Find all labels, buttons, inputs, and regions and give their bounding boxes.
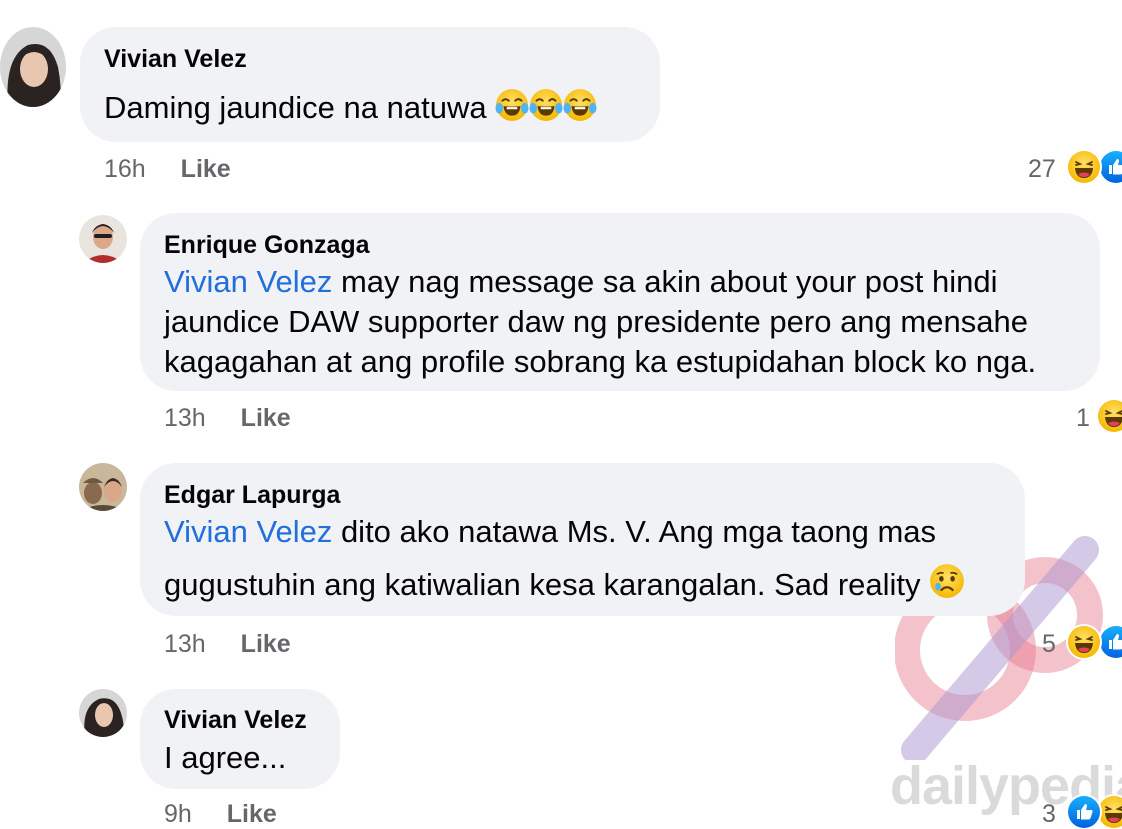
avatar[interactable] bbox=[79, 463, 127, 511]
like-icon bbox=[1066, 794, 1102, 829]
haha-icon bbox=[1096, 398, 1122, 434]
avatar[interactable] bbox=[79, 215, 127, 263]
comment-text: Vivian Velez may nag message sa akin abo… bbox=[164, 262, 998, 302]
sad-face-icon bbox=[929, 563, 965, 609]
comment-author[interactable]: Vivian Velez bbox=[164, 706, 307, 735]
mention-link[interactable]: Vivian Velez bbox=[164, 264, 332, 299]
tears-of-joy-icon bbox=[563, 88, 597, 132]
comment-text: kagagahan at ang profile sobrang ka estu… bbox=[164, 344, 1037, 379]
comment-text: jaundice DAW supporter daw ng presidente… bbox=[164, 304, 1028, 339]
comment-line: dito ako natawa Ms. V. Ang mga taong mas bbox=[332, 514, 937, 549]
comment-line: gugustuhin ang katiwalian kesa karangala… bbox=[164, 567, 921, 602]
comment-author[interactable]: Vivian Velez bbox=[104, 45, 247, 74]
like-button[interactable]: Like bbox=[181, 155, 231, 183]
reaction-count[interactable]: 27 bbox=[1028, 155, 1056, 184]
like-button[interactable]: Like bbox=[241, 630, 291, 658]
comment-author[interactable]: Edgar Lapurga bbox=[164, 481, 340, 510]
avatar[interactable] bbox=[79, 689, 127, 737]
tears-of-joy-icon bbox=[495, 88, 529, 132]
comment-text: I agree... bbox=[164, 740, 287, 775]
comment-author[interactable]: Enrique Gonzaga bbox=[164, 231, 370, 260]
like-button[interactable]: Like bbox=[227, 800, 277, 828]
comment-text: Vivian Velez dito ako natawa Ms. V. Ang … bbox=[164, 512, 936, 552]
comment-time[interactable]: 13h bbox=[164, 630, 206, 658]
reaction-count[interactable]: 1 bbox=[1076, 404, 1090, 433]
comment-meta: 13h Like bbox=[164, 630, 291, 659]
avatar[interactable] bbox=[0, 27, 66, 107]
comment-text: gugustuhin ang katiwalian kesa karangala… bbox=[164, 563, 965, 609]
comment-line: may nag message sa akin about your post … bbox=[332, 264, 998, 299]
tears-of-joy-icon bbox=[529, 88, 563, 132]
comment-body: Daming jaundice na natuwa bbox=[104, 90, 487, 125]
reaction-count[interactable]: 5 bbox=[1042, 630, 1056, 659]
comment-meta: 13h Like bbox=[164, 404, 291, 433]
haha-icon bbox=[1066, 149, 1102, 185]
mention-link[interactable]: Vivian Velez bbox=[164, 514, 332, 549]
comment-meta: 9h Like bbox=[164, 800, 277, 829]
haha-icon bbox=[1066, 624, 1102, 660]
comment-text: Daming jaundice na natuwa bbox=[104, 88, 597, 132]
like-button[interactable]: Like bbox=[241, 404, 291, 432]
comment-time[interactable]: 16h bbox=[104, 155, 146, 183]
comment-meta: 16h Like bbox=[104, 155, 231, 184]
comment-time[interactable]: 9h bbox=[164, 800, 192, 828]
comment-time[interactable]: 13h bbox=[164, 404, 206, 432]
